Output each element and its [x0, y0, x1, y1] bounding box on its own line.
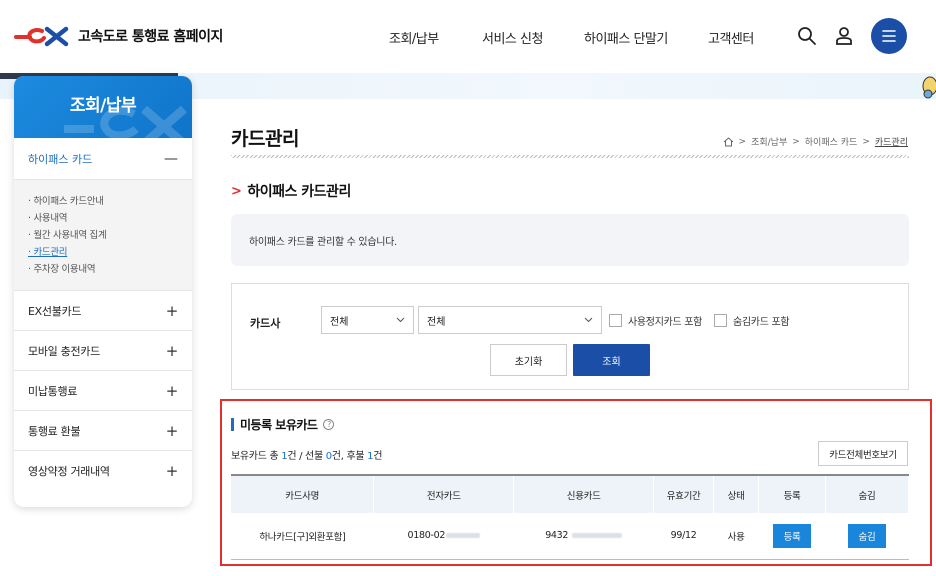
breadcrumb-item[interactable]: 하이패스 카드: [805, 135, 858, 148]
breadcrumb-current: 카드관리: [874, 138, 908, 148]
plus-icon: +: [165, 421, 179, 440]
column-header: 유효기간: [653, 474, 715, 513]
breadcrumb-separator: >: [862, 136, 870, 147]
sidebar-submenu: · 하이패스 카드안내 · 사용내역 · 월간 사용내역 집계 · 카드관리 ·…: [14, 180, 192, 290]
unregistered-cards-table: 카드사명 전자카드 신용카드 유효기간 상태 등록 숨김 하나카드[구]외환포함…: [231, 474, 909, 560]
breadcrumb-item[interactable]: 조회/납부: [751, 135, 787, 148]
user-icon[interactable]: [830, 22, 858, 50]
masked-number: [572, 533, 623, 539]
column-header: 전자카드: [373, 474, 515, 513]
plus-icon: +: [165, 301, 179, 320]
reset-button[interactable]: 초기화: [490, 344, 567, 376]
include-suspended-checkbox[interactable]: 사용정지카드 포함: [609, 313, 702, 328]
submenu-card-management[interactable]: · 카드관리: [28, 244, 178, 261]
unregistered-cards-title: 미등록 보유카드 ?: [231, 416, 335, 433]
page-title: 카드관리: [231, 128, 299, 150]
sidebar-item-mobile-charge[interactable]: 모바일 충전카드 +: [14, 330, 192, 370]
submenu-parking-history[interactable]: · 주차장 이용내역: [28, 261, 178, 278]
minus-icon: —: [164, 150, 178, 167]
home-icon[interactable]: [723, 136, 734, 147]
chevron-down-icon: [396, 317, 405, 323]
sidebar-item-ex-prepaid[interactable]: EX선불카드 +: [14, 290, 192, 330]
sidebar-title: 조회/납부: [14, 76, 192, 138]
chevron-right-icon: >: [231, 183, 242, 199]
plus-icon: +: [165, 341, 179, 360]
column-header: 카드사명: [231, 474, 375, 513]
card-company-label: 카드사: [250, 317, 281, 330]
e-card-cell: 0180-02: [373, 513, 514, 560]
logo[interactable]: 고속도로 통행료 홈페이지: [14, 25, 223, 47]
include-hidden-checkbox[interactable]: 숨김카드 포함: [714, 313, 790, 328]
title-divider: [231, 155, 909, 158]
breadcrumb: > 조회/납부 > 하이패스 카드 > 카드관리: [723, 135, 908, 148]
nav-hipass-device[interactable]: 하이패스 단말기: [584, 28, 668, 47]
card-type-select[interactable]: 전체: [418, 306, 602, 334]
hamburger-menu-button[interactable]: [871, 18, 907, 54]
nav-inquiry-payment[interactable]: 조회/납부: [389, 28, 439, 47]
card-company-cell: 하나카드[구]외환포함]: [231, 513, 374, 560]
hide-button[interactable]: 숨김: [848, 523, 886, 548]
help-icon[interactable]: ?: [323, 419, 335, 430]
plus-icon: +: [165, 461, 179, 480]
mascot-icon: [922, 76, 936, 99]
menu-icon: [882, 30, 896, 42]
card-company-select[interactable]: 전체: [321, 306, 414, 334]
submenu-card-guide[interactable]: · 하이패스 카드안내: [28, 193, 178, 210]
checkbox[interactable]: [714, 314, 727, 327]
column-header: 등록: [758, 474, 826, 513]
logo-text: 고속도로 통행료 홈페이지: [78, 29, 223, 45]
breadcrumb-separator: >: [738, 136, 747, 147]
breadcrumb-separator: >: [792, 136, 800, 147]
show-full-card-number-button[interactable]: 카드전체번호보기: [818, 441, 908, 466]
sidebar-item-toll-refund[interactable]: 통행료 환불 +: [14, 410, 192, 450]
search-button[interactable]: 조회: [573, 344, 650, 376]
sidebar-item-video-agreement[interactable]: 영상약정 거래내역 +: [14, 450, 192, 490]
column-header: 숨김: [825, 474, 909, 513]
chevron-down-icon: [584, 317, 593, 323]
column-header: 상태: [713, 474, 760, 513]
section-title: > 하이패스 카드관리: [231, 183, 351, 201]
nav-service-apply[interactable]: 서비스 신청: [482, 28, 543, 47]
submenu-usage-history[interactable]: · 사용내역: [28, 210, 178, 227]
ex-logo-icon: [14, 26, 69, 47]
info-box: 하이패스 카드를 관리할 수 있습니다.: [231, 214, 909, 266]
status-cell: 사용: [713, 513, 759, 560]
credit-card-cell: 9432: [513, 513, 654, 560]
search-icon[interactable]: [793, 22, 821, 50]
sidebar-item-unpaid-toll[interactable]: 미납통행료 +: [14, 370, 192, 410]
sidebar-item-hipass-card[interactable]: 하이패스 카드 —: [14, 138, 192, 180]
expiry-cell: 99/12: [653, 513, 714, 560]
nav-customer-center[interactable]: 고객센터: [708, 28, 754, 47]
submenu-monthly-summary[interactable]: · 월간 사용내역 집계: [28, 227, 178, 244]
card-summary: 보유카드 총 1건 / 선불 0건, 후불 1건: [231, 451, 383, 462]
plus-icon: +: [165, 381, 179, 400]
sidebar: 조회/납부 하이패스 카드 — · 하이패스 카드안내 · 사용내역 · 월간 …: [14, 76, 192, 507]
checkbox[interactable]: [609, 314, 622, 327]
masked-number: [446, 533, 481, 539]
header: 고속도로 통행료 홈페이지 조회/납부 서비스 신청 하이패스 단말기 고객센터: [0, 0, 936, 76]
table-row: 하나카드[구]외환포함] 0180-02 9432 99/12 사용 등록 숨김: [231, 513, 909, 560]
search-panel: 카드사 전체 전체 사용정지카드 포함 숨김카드 포함 초기화 조회: [231, 283, 909, 390]
column-header: 신용카드: [513, 474, 655, 513]
register-button[interactable]: 등록: [773, 523, 812, 548]
